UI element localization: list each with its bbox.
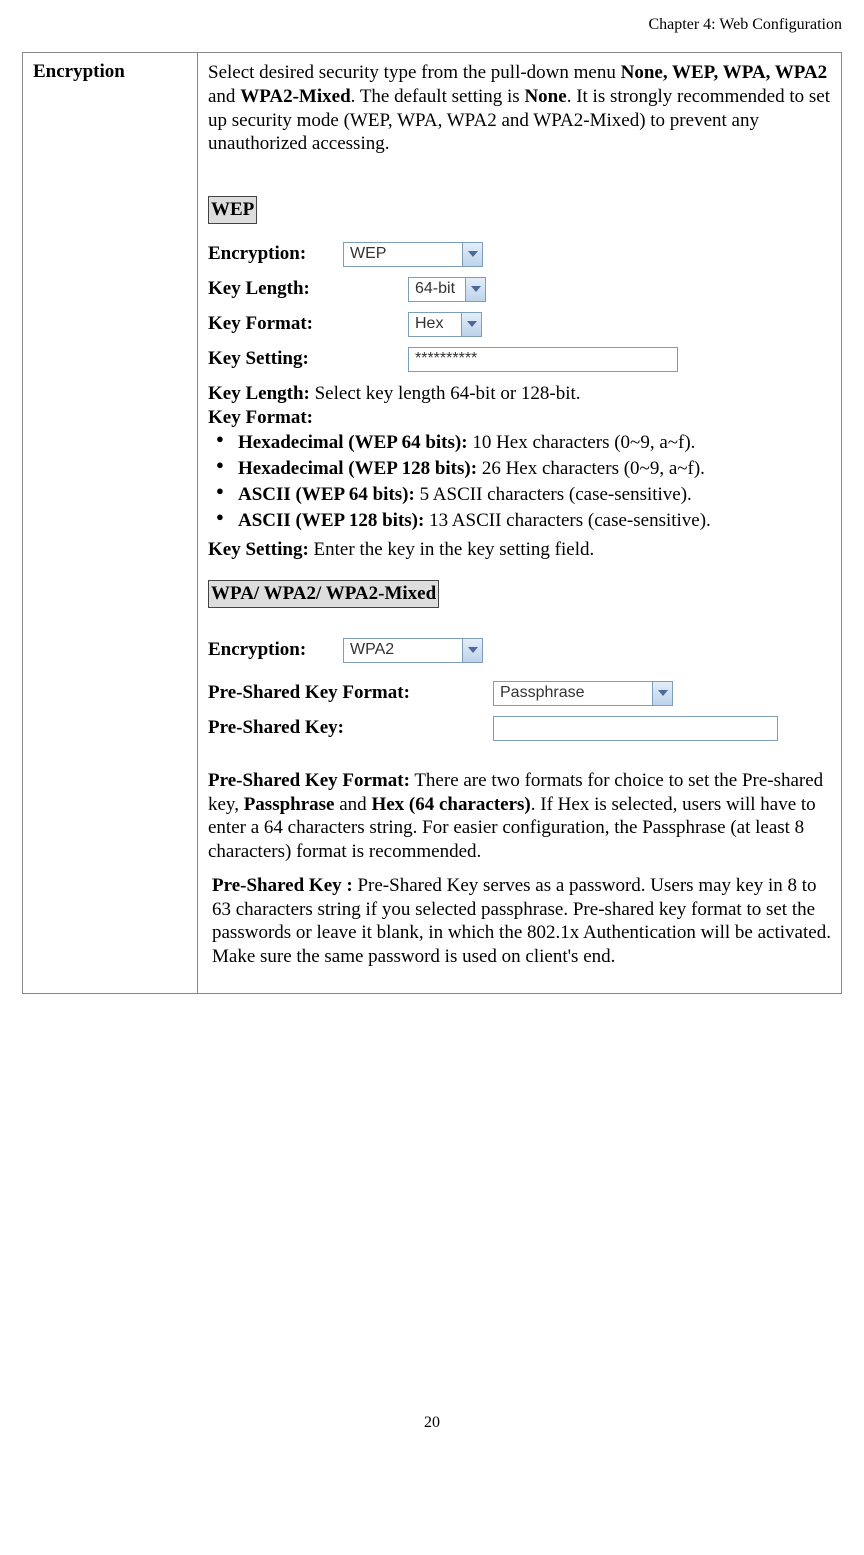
chevron-down-icon	[462, 639, 482, 662]
wpa-pskformat-label: Pre-Shared Key Format:	[208, 681, 493, 705]
wpa-psk-label: Pre-Shared Key:	[208, 716, 493, 740]
list-item: Hexadecimal (WEP 128 bits): 26 Hex chara…	[216, 457, 831, 481]
wpa-encryption-row: Encryption: WPA2	[208, 638, 831, 663]
wep-keyformat-desc: Key Format:	[208, 406, 831, 430]
wep-heading: WEP	[208, 196, 257, 224]
wep-encryption-label: Encryption:	[208, 242, 343, 266]
wep-keyformat-row: Key Format: Hex	[208, 312, 831, 337]
wep-keysetting-input[interactable]: **********	[408, 347, 678, 372]
wep-keylength-desc: Key Length: Select key length 64-bit or …	[208, 382, 831, 406]
wep-keyformat-label: Key Format:	[208, 312, 408, 336]
wpa-pskformat-select[interactable]: Passphrase	[493, 681, 673, 706]
wep-keylength-select[interactable]: 64-bit	[408, 277, 486, 302]
wep-encryption-row: Encryption: WEP	[208, 242, 831, 267]
wpa-encryption-label: Encryption:	[208, 638, 343, 662]
wep-keyformat-select[interactable]: Hex	[408, 312, 482, 337]
page-number: 20	[22, 1414, 842, 1432]
wpa-psk-desc: Pre-Shared Key : Pre-Shared Key serves a…	[212, 874, 831, 969]
wpa-pskformat-desc: Pre-Shared Key Format: There are two for…	[208, 769, 831, 864]
encryption-table: Encryption Select desired security type …	[22, 52, 842, 994]
list-item: ASCII (WEP 128 bits): 13 ASCII character…	[216, 509, 831, 533]
wep-keylength-label: Key Length:	[208, 277, 408, 301]
chevron-down-icon	[465, 278, 485, 301]
wep-keyformat-bullets: Hexadecimal (WEP 64 bits): 10 Hex charac…	[216, 431, 831, 532]
chevron-down-icon	[652, 682, 672, 705]
chapter-header: Chapter 4: Web Configuration	[22, 16, 842, 34]
wpa-psk-row: Pre-Shared Key:	[208, 716, 831, 741]
list-item: ASCII (WEP 64 bits): 5 ASCII characters …	[216, 483, 831, 507]
wep-keylength-row: Key Length: 64-bit	[208, 277, 831, 302]
wpa-psk-input[interactable]	[493, 716, 778, 741]
chevron-down-icon	[462, 243, 482, 266]
wep-keysetting-label: Key Setting:	[208, 347, 408, 371]
wep-encryption-select[interactable]: WEP	[343, 242, 483, 267]
list-item: Hexadecimal (WEP 64 bits): 10 Hex charac…	[216, 431, 831, 455]
wpa-heading: WPA/ WPA2/ WPA2-Mixed	[208, 580, 439, 608]
chevron-down-icon	[461, 313, 481, 336]
intro-paragraph: Select desired security type from the pu…	[208, 61, 831, 156]
wpa-encryption-select[interactable]: WPA2	[343, 638, 483, 663]
wep-keysetting-row: Key Setting: **********	[208, 347, 831, 372]
wep-keysetting-desc: Key Setting: Enter the key in the key se…	[208, 538, 831, 562]
wpa-pskformat-row: Pre-Shared Key Format: Passphrase	[208, 681, 831, 706]
row-label-encryption: Encryption	[23, 53, 198, 993]
